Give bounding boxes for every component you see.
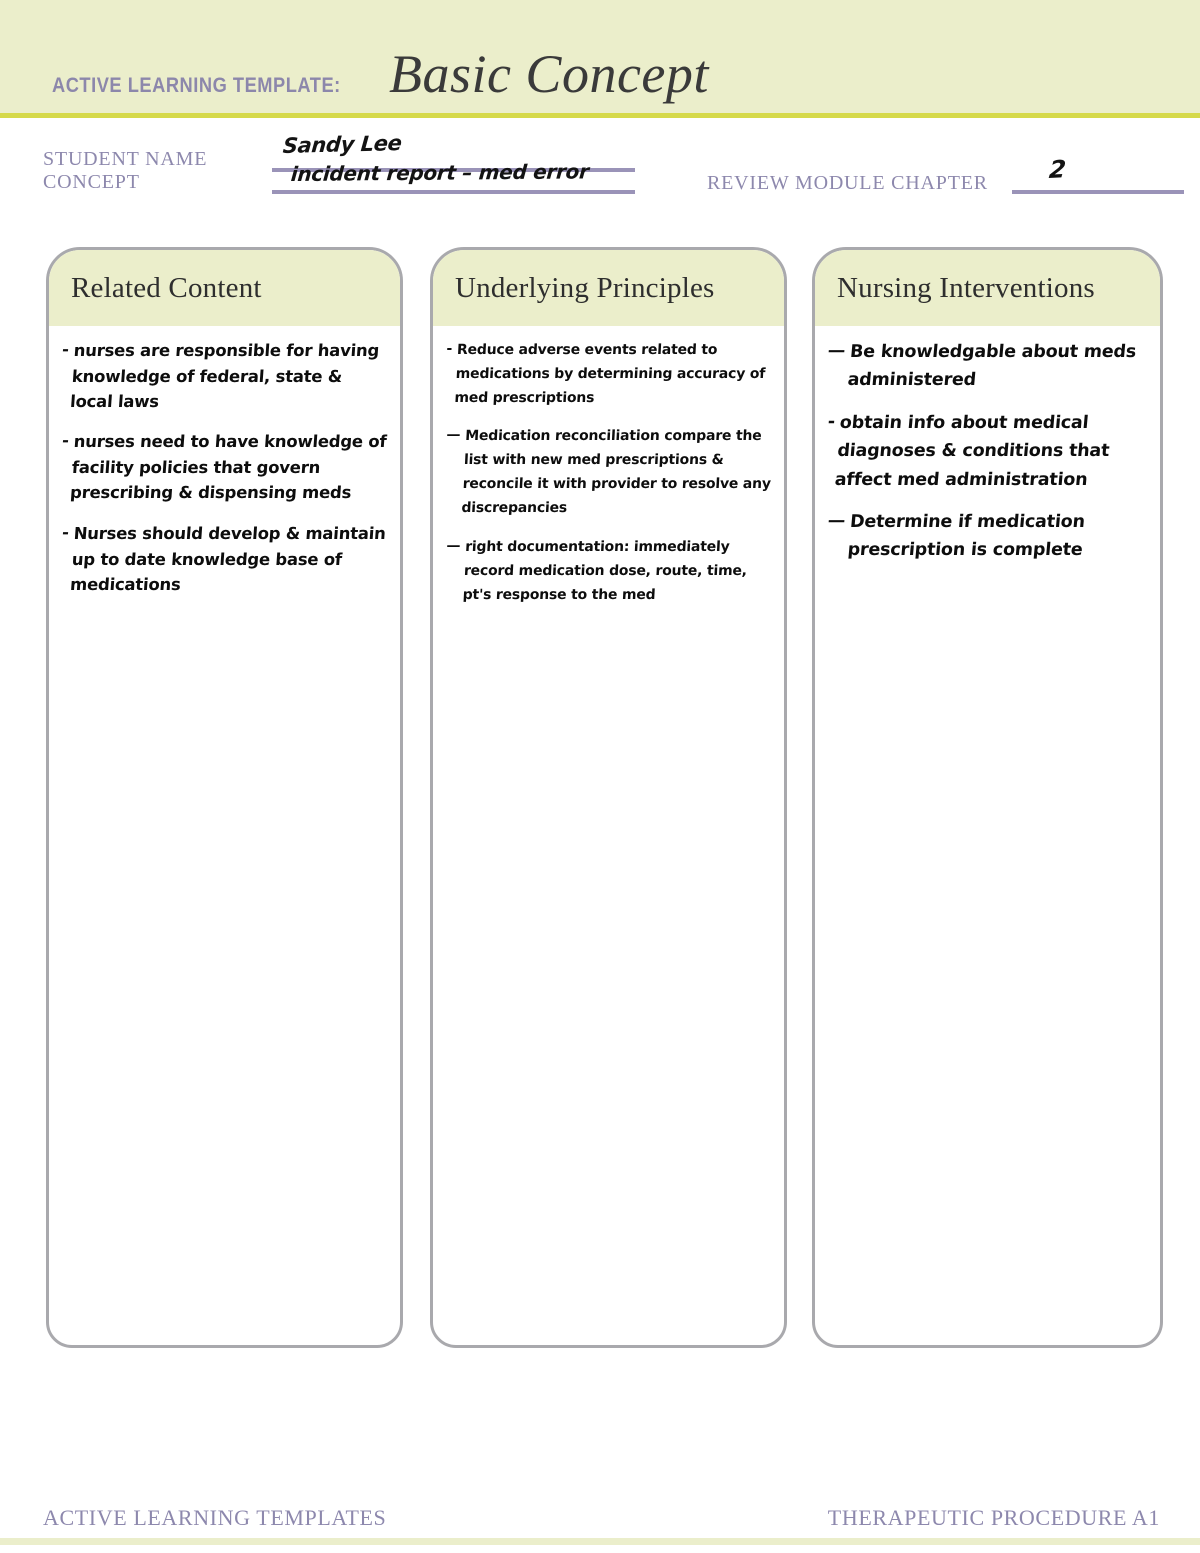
student-name-value[interactable]: Sandy Lee xyxy=(282,131,402,158)
note-text: nurses need to have knowledge of facilit… xyxy=(69,431,388,502)
section-body-underlying-principles[interactable]: - Reduce adverse events related to medic… xyxy=(433,326,784,607)
note-text: Reduce adverse events related to medicat… xyxy=(454,342,766,407)
banner-bottom-rule xyxy=(0,113,1200,118)
note-text: Be knowledgable about meds administered xyxy=(846,342,1137,391)
note-item: — Medication reconciliation compare the … xyxy=(442,424,776,520)
footer-rule xyxy=(0,1538,1200,1545)
chapter-value[interactable]: 2 xyxy=(1048,155,1067,184)
section-body-nursing-interventions[interactable]: — Be knowledgable about meds administere… xyxy=(815,326,1160,564)
footer-brand-label: ACTIVE LEARNING TEMPLATES xyxy=(43,1505,387,1530)
section-nursing-interventions: Nursing Interventions — Be knowledgable … xyxy=(812,247,1163,1348)
student-name-label: STUDENT NAME xyxy=(43,148,208,170)
note-text: Nurses should develop & maintain up to d… xyxy=(69,524,387,595)
section-title: Related Content xyxy=(71,271,262,304)
section-underlying-principles: Underlying Principles - Reduce adverse e… xyxy=(430,247,787,1348)
note-item: - Reduce adverse events related to medic… xyxy=(443,338,776,410)
section-related-content: Related Content - nurses are responsible… xyxy=(46,247,403,1348)
note-item: - nurses need to have knowledge of facil… xyxy=(58,429,392,506)
note-item: — right documentation: immediately recor… xyxy=(443,535,776,607)
note-item: - obtain info about medical diagnoses & … xyxy=(822,409,1152,494)
note-text: Medication reconciliation compare the li… xyxy=(460,428,772,517)
section-header-related-content: Related Content xyxy=(49,250,400,326)
note-text: Determine if medication prescription is … xyxy=(846,511,1086,561)
note-text: right documentation: immediately record … xyxy=(462,538,748,603)
page-header-banner: ACTIVE LEARNING TEMPLATE: Basic Concept xyxy=(0,0,1200,113)
footer-page-reference: THERAPEUTIC PROCEDURE A1 xyxy=(827,1505,1160,1530)
section-body-related-content[interactable]: - nurses are responsible for having know… xyxy=(49,326,400,598)
section-header-nursing-interventions: Nursing Interventions xyxy=(815,250,1160,326)
note-item: — Be knowledgable about meds administere… xyxy=(824,338,1152,395)
note-item: - Nurses should develop & maintain up to… xyxy=(58,521,392,598)
section-title: Underlying Principles xyxy=(455,271,715,304)
note-item: — Determine if medication prescription i… xyxy=(824,508,1152,565)
template-title: Basic Concept xyxy=(388,44,709,104)
note-item: - nurses are responsible for having know… xyxy=(58,338,392,415)
section-header-underlying-principles: Underlying Principles xyxy=(433,250,784,326)
concept-field-rule xyxy=(272,190,635,194)
chapter-field-rule xyxy=(1012,190,1184,194)
concept-label: CONCEPT xyxy=(43,171,140,193)
concept-value[interactable]: incident report – med error xyxy=(290,159,590,186)
template-kicker-label: ACTIVE LEARNING TEMPLATE: xyxy=(52,74,341,97)
bullet-dash: — xyxy=(446,537,461,554)
note-text: obtain info about medical diagnoses & co… xyxy=(834,412,1111,490)
banner-title-group: ACTIVE LEARNING TEMPLATE: Basic Concept xyxy=(52,43,709,105)
section-title: Nursing Interventions xyxy=(837,271,1095,304)
note-text: nurses are responsible for having knowle… xyxy=(69,341,380,412)
review-module-chapter-label: REVIEW MODULE CHAPTER xyxy=(707,172,988,194)
